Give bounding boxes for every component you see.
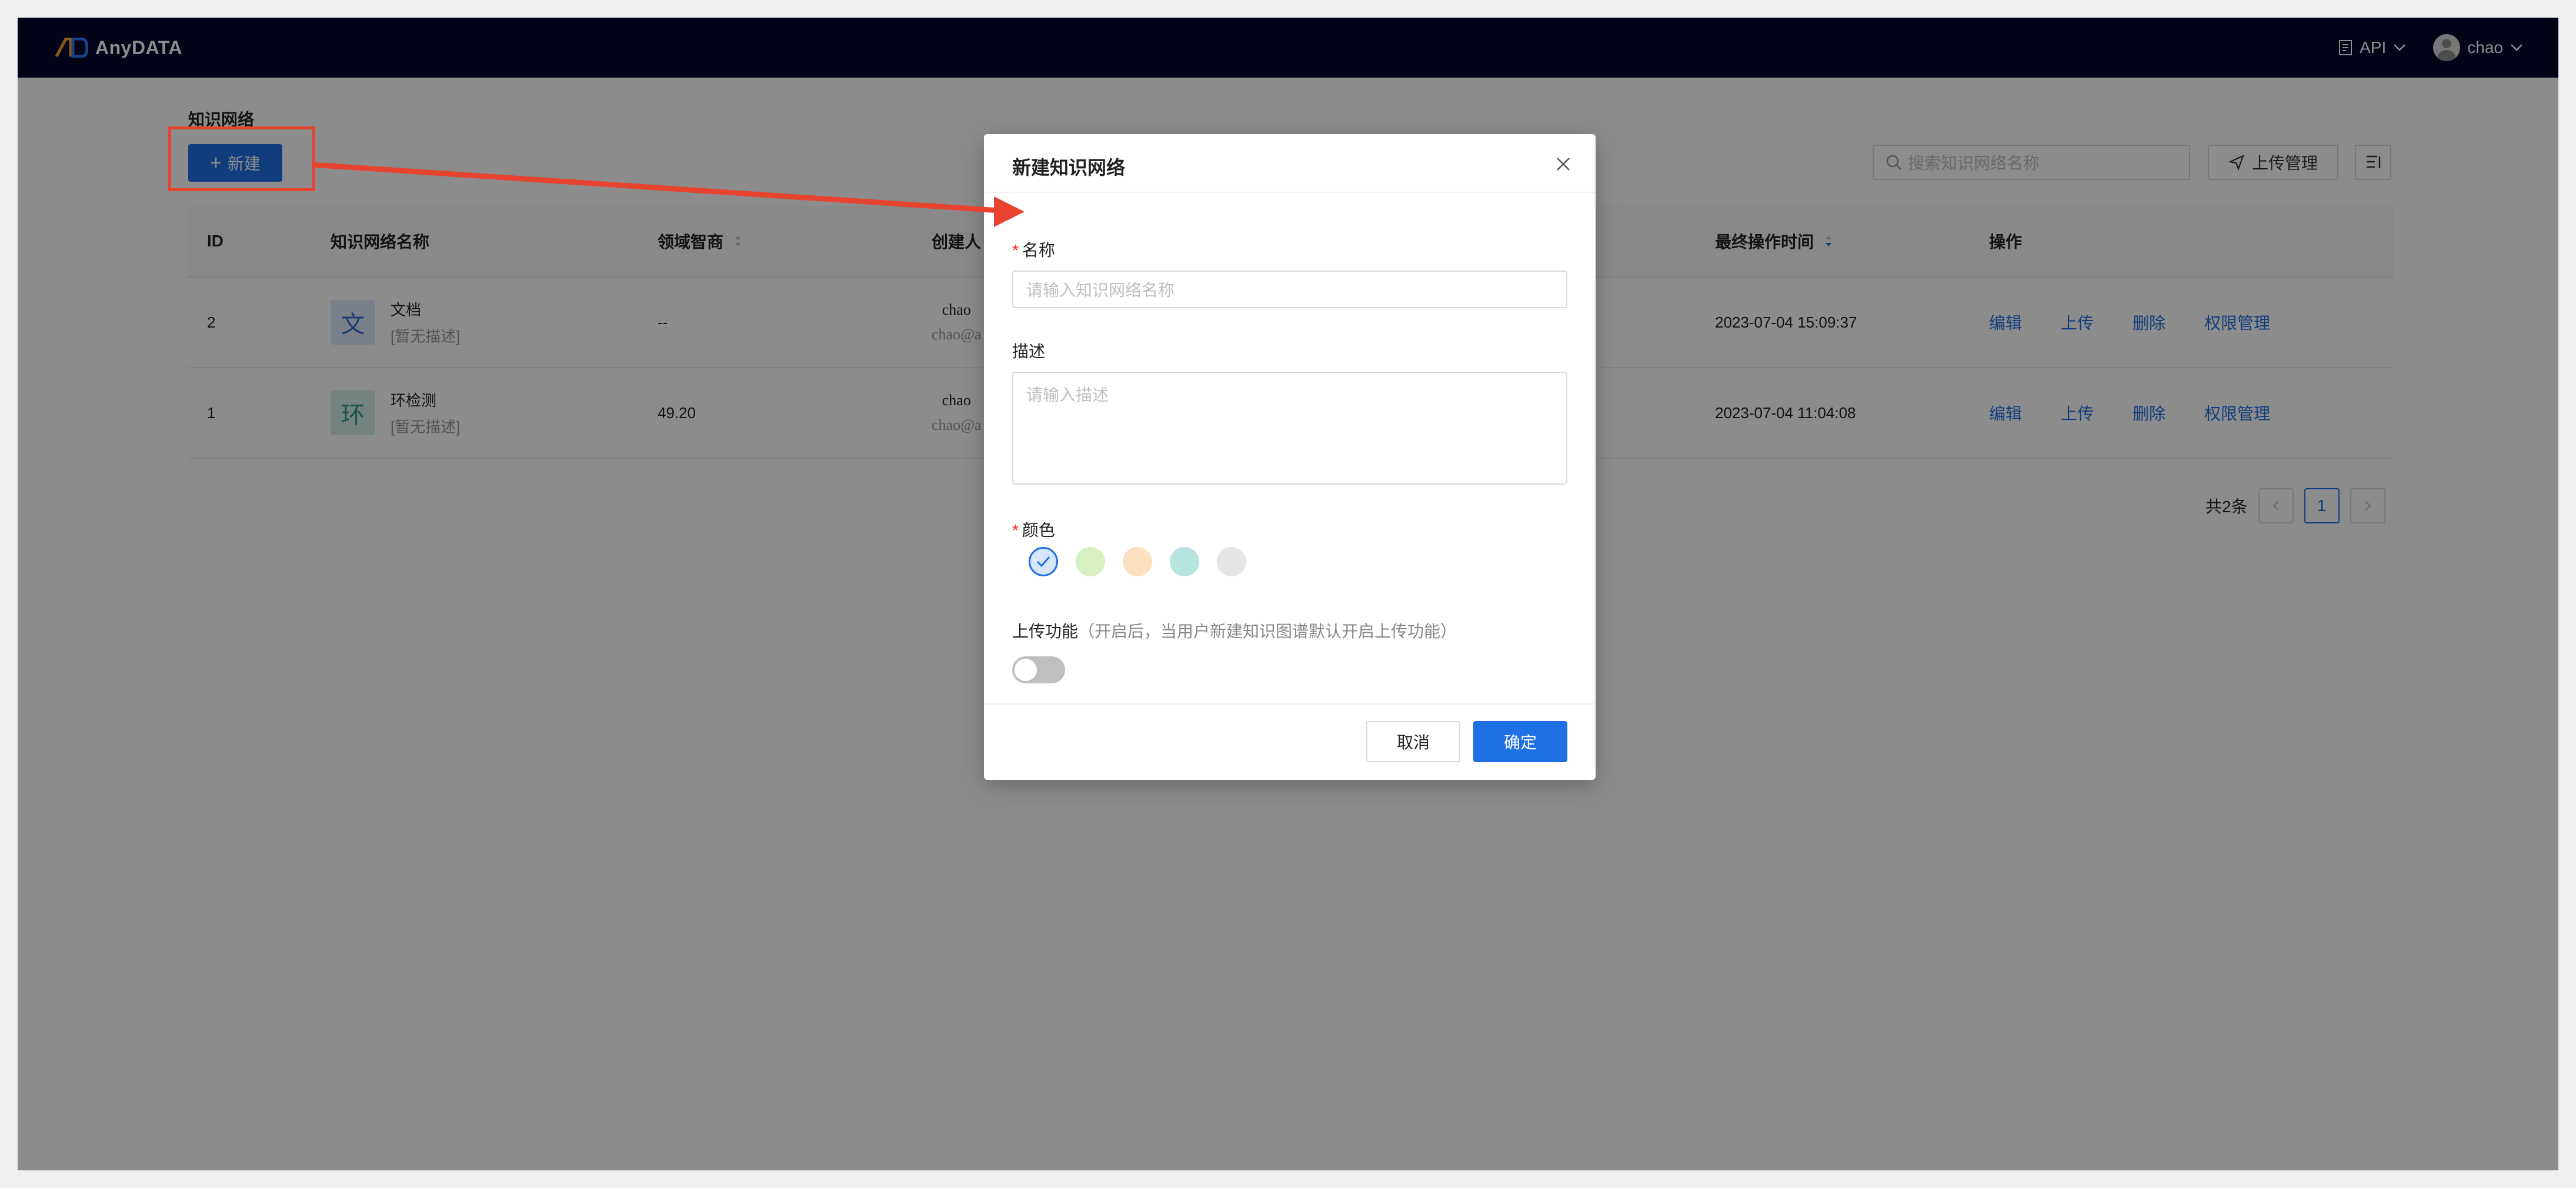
name-placeholder: 请输入知识网络名称 <box>1026 281 1175 299</box>
desc-label: 描述 <box>1012 342 1046 361</box>
color-swatch[interactable] <box>1029 547 1058 576</box>
color-label-text: 颜色 <box>1022 521 1055 539</box>
color-swatch[interactable] <box>1123 547 1152 576</box>
annotation-highlight-box <box>168 126 315 191</box>
name-label-text: 名称 <box>1022 241 1055 259</box>
color-swatch[interactable] <box>1217 547 1246 576</box>
create-network-modal: 新建知识网络 * 名称 请输入知识网络名称 描述 请输入描述 * 颜色 上传功能（开… <box>984 134 1596 780</box>
upload-hint: （开启后，当用户新建知识图谱默认开启上传功能） <box>1078 622 1457 640</box>
required-mark: * <box>1012 241 1019 259</box>
modal-header: 新建知识网络 <box>984 134 1596 193</box>
name-input[interactable]: 请输入知识网络名称 <box>1012 271 1567 308</box>
color-label: * 颜色 <box>1012 518 1055 541</box>
cancel-button[interactable]: 取消 <box>1366 721 1460 762</box>
confirm-button[interactable]: 确定 <box>1473 721 1567 762</box>
desc-textarea[interactable]: 请输入描述 <box>1012 372 1567 485</box>
modal-title: 新建知识网络 <box>1012 157 1126 178</box>
close-icon[interactable] <box>1554 155 1572 173</box>
upload-toggle[interactable] <box>1012 656 1065 683</box>
upload-label: 上传功能（开启后，当用户新建知识图谱默认开启上传功能） <box>1012 619 1457 642</box>
app-window: AnyDATA API chao 知识网络 + 新建 搜索知识网络名称 上传管理… <box>18 18 2558 1170</box>
desc-placeholder: 请输入描述 <box>1026 386 1109 404</box>
check-icon <box>1036 556 1050 568</box>
required-mark: * <box>1012 521 1019 539</box>
name-label: * 名称 <box>1012 238 1055 261</box>
upload-label-text: 上传功能 <box>1012 622 1079 640</box>
color-swatch[interactable] <box>1170 547 1199 576</box>
color-swatch[interactable] <box>1076 547 1105 576</box>
modal-footer: 取消 确定 <box>984 703 1596 781</box>
